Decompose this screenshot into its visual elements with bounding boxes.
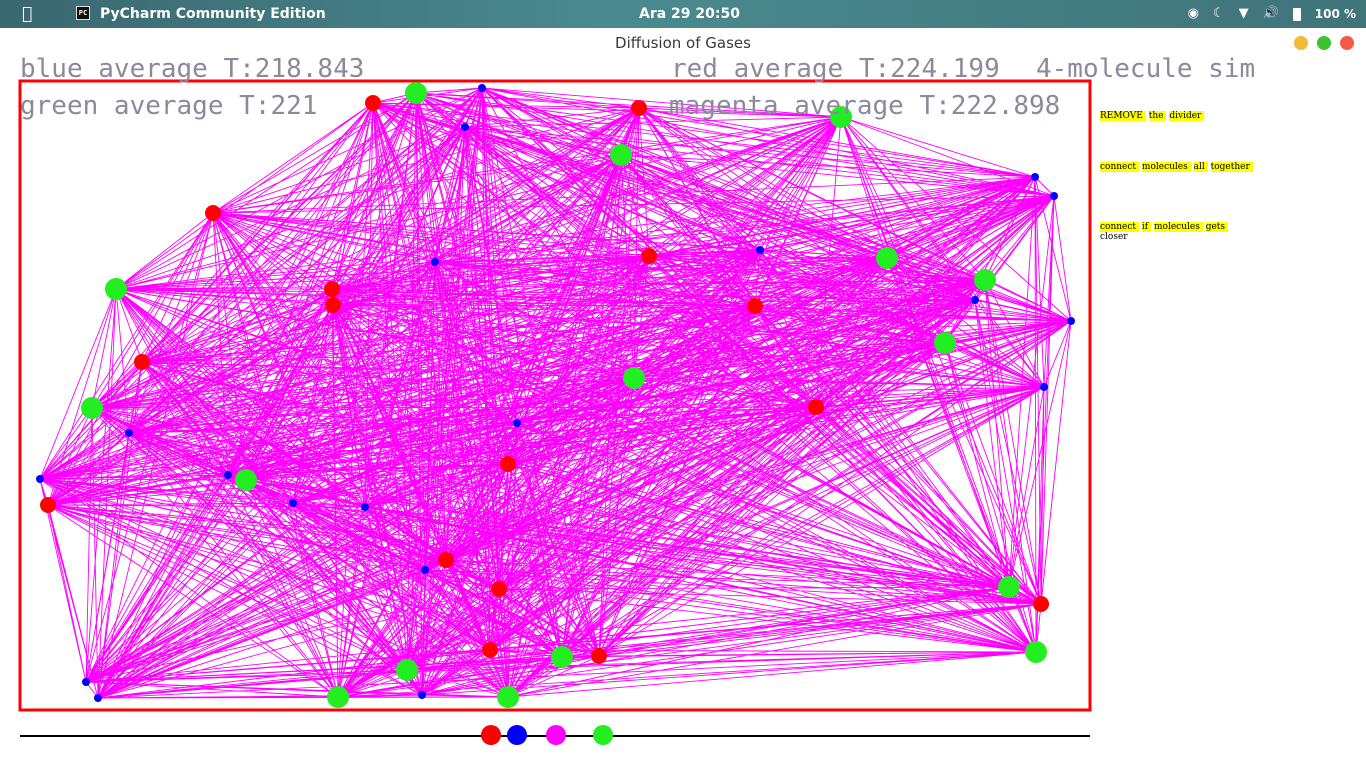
connection-lines (39, 87, 1072, 699)
green-molecule (974, 269, 996, 291)
connect-closer-line-1: connect (1100, 222, 1140, 232)
blue-molecule (478, 84, 486, 92)
green-molecule (235, 469, 257, 491)
blue-molecule (361, 503, 369, 511)
connect-closer-line-4: gets (1205, 222, 1229, 232)
blue-molecule (82, 678, 90, 686)
blue-molecule (418, 691, 426, 699)
red-molecule (1033, 596, 1049, 612)
blue-molecule (36, 475, 44, 483)
red-molecule (482, 642, 498, 658)
blue-molecule (289, 499, 297, 507)
red-molecule (324, 281, 340, 297)
remove-divider-button[interactable]: REMOVE the divider (1100, 111, 1205, 121)
connect-closer-line-3: molecules (1154, 222, 1203, 232)
legend-swatch-blue (507, 725, 527, 745)
connect-all-line-3: all (1193, 162, 1208, 172)
blue-molecule (125, 429, 133, 437)
connect-closer-line-5: closer (1100, 232, 1128, 242)
green-molecule (105, 278, 127, 300)
green-molecule (551, 646, 573, 668)
green-average-label: green average T:221 (20, 91, 318, 121)
connect-all-line-1: connect (1100, 162, 1140, 172)
green-molecule (934, 332, 956, 354)
red-molecule (591, 648, 607, 664)
red-molecule (500, 456, 516, 472)
connect-all-line-2: molecules (1141, 162, 1191, 172)
red-molecule (491, 581, 507, 597)
magenta-average-label: magenta average T:222.898 (669, 91, 1061, 121)
blue-molecule (431, 258, 439, 266)
blue-molecule (421, 566, 429, 574)
red-molecule (134, 354, 150, 370)
green-molecule (610, 144, 632, 166)
red-molecule (641, 248, 657, 264)
green-molecule (396, 659, 418, 681)
connect-closer-button[interactable]: connect if molecules gets closer (1100, 222, 1229, 242)
red-molecule (205, 205, 221, 221)
blue-molecule (224, 471, 232, 479)
blue-molecule (1050, 192, 1058, 200)
legend (481, 725, 613, 745)
green-molecule (623, 367, 645, 389)
remove-divider-line-3: divider (1169, 111, 1205, 121)
red-molecule (747, 298, 763, 314)
legend-swatch-green (593, 725, 613, 745)
red-molecule (808, 399, 824, 415)
blue-molecule (1031, 173, 1039, 181)
connection-path (39, 87, 1072, 699)
blue-molecule (513, 419, 521, 427)
remove-divider-line-1: REMOVE (1100, 111, 1146, 121)
legend-swatch-red (481, 725, 501, 745)
green-molecule (1025, 641, 1047, 663)
blue-average-label: blue average T:218.843 (20, 54, 365, 84)
red-molecule (325, 297, 341, 313)
connect-closer-line-2: if (1141, 222, 1152, 232)
red-molecule (365, 95, 381, 111)
green-molecule (998, 576, 1020, 598)
blue-molecule (971, 296, 979, 304)
green-molecule (497, 686, 519, 708)
green-molecule (876, 247, 898, 269)
connect-all-line-4: together (1210, 162, 1253, 172)
red-molecule (438, 552, 454, 568)
blue-molecule (1067, 317, 1075, 325)
green-molecule (81, 397, 103, 419)
blue-molecule (94, 694, 102, 702)
connect-all-button[interactable]: connect molecules all together (1100, 162, 1253, 172)
red-molecule (40, 497, 56, 513)
red-average-label: red average T:224.199 (671, 54, 1000, 84)
legend-swatch-magenta (546, 725, 566, 745)
sim-mode-label: 4-molecule sim (1036, 54, 1256, 84)
blue-molecule (461, 123, 469, 131)
green-molecule (327, 686, 349, 708)
remove-divider-line-2: the (1148, 111, 1167, 121)
blue-molecule (756, 246, 764, 254)
blue-molecule (1040, 383, 1048, 391)
green-molecule (405, 82, 427, 104)
red-molecule (631, 100, 647, 116)
